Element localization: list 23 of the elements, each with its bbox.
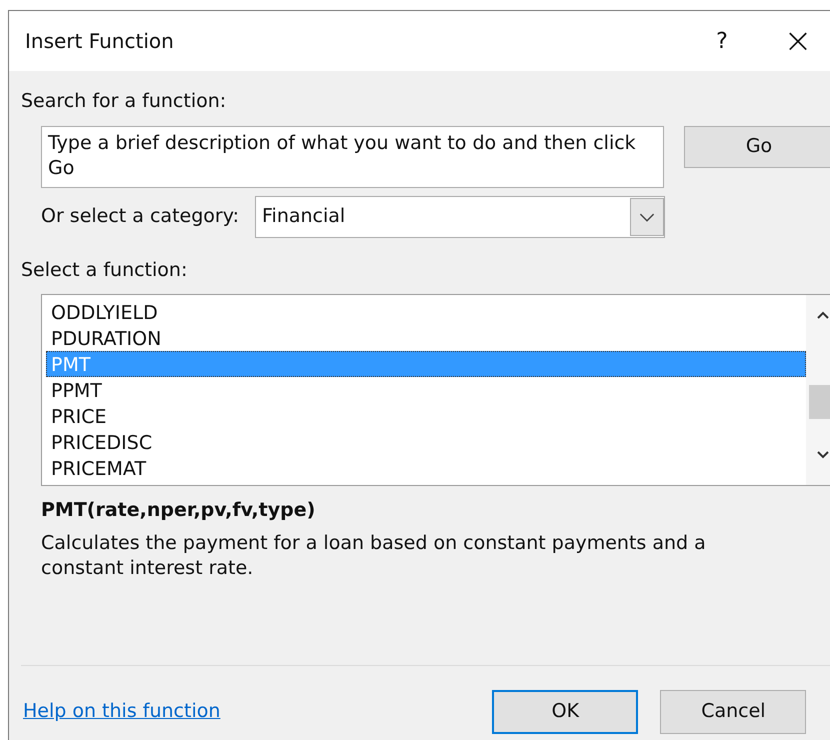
search-label: Search for a function: (21, 89, 226, 114)
help-button[interactable]: ? (702, 24, 742, 58)
dialog-button[interactable]: Cancel (660, 690, 806, 734)
function-description: Calculates the payment for a loan based on constant payments and a constant interest rate. (41, 530, 707, 580)
scrollbar-thumb[interactable] (809, 385, 830, 419)
function-list-item[interactable]: PRICEDISC (46, 429, 806, 455)
function-list-item[interactable]: ODDLYIELD (46, 299, 806, 325)
function-list-label: Select a function: (21, 258, 188, 282)
chevron-down-icon (630, 198, 664, 236)
function-list-item[interactable]: PPMT (46, 377, 806, 403)
dialog-button[interactable]: OK (492, 690, 638, 734)
function-signature: PMT(rate,nper,pv,fv,type) (41, 498, 316, 523)
function-list-item[interactable]: PRICEMAT (46, 455, 806, 481)
category-dropdown[interactable]: Financial (255, 196, 665, 238)
function-list-item[interactable]: PRICE (46, 403, 806, 429)
window-title: Insert Function (25, 28, 175, 55)
search-field[interactable]: Type a brief description of what you want to do and then click Go (41, 126, 664, 188)
help-link[interactable]: Help on this function (23, 697, 220, 726)
close-button[interactable]: × (778, 24, 818, 58)
scrollbar[interactable] (806, 295, 830, 485)
go-button[interactable]: Go (684, 126, 830, 168)
function-list-item[interactable]: PDURATION (46, 325, 806, 351)
category-label: Or select a category: (41, 204, 240, 230)
